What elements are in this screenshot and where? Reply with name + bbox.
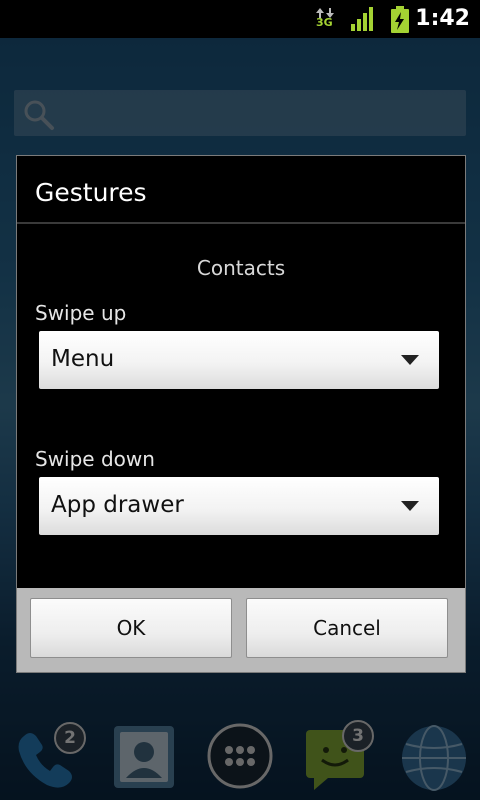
- swipe-up-spinner[interactable]: Menu: [39, 331, 439, 389]
- gestures-dialog: Gestures Contacts Swipe up Menu Swipe do…: [16, 155, 466, 673]
- status-bar: 3G 1:42: [0, 0, 480, 38]
- chevron-down-icon: [401, 355, 419, 365]
- cancel-button[interactable]: Cancel: [246, 598, 448, 658]
- dialog-button-bar: OK Cancel: [17, 588, 465, 672]
- ok-button[interactable]: OK: [30, 598, 232, 658]
- dialog-title: Gestures: [35, 178, 147, 207]
- swipe-up-value: Menu: [51, 346, 115, 372]
- network-type-label: 3G: [316, 16, 333, 29]
- title-divider: [17, 222, 465, 224]
- swipe-down-value: App drawer: [51, 492, 184, 518]
- swipe-up-label: Swipe up: [35, 301, 127, 325]
- chevron-down-icon: [401, 501, 419, 511]
- swipe-down-label: Swipe down: [35, 447, 155, 471]
- swipe-down-spinner[interactable]: App drawer: [39, 477, 439, 535]
- signal-icon: [351, 7, 373, 31]
- battery-charging-icon: [391, 6, 409, 33]
- dialog-subtitle: Contacts: [196, 256, 286, 280]
- status-time: 1:42: [415, 6, 470, 31]
